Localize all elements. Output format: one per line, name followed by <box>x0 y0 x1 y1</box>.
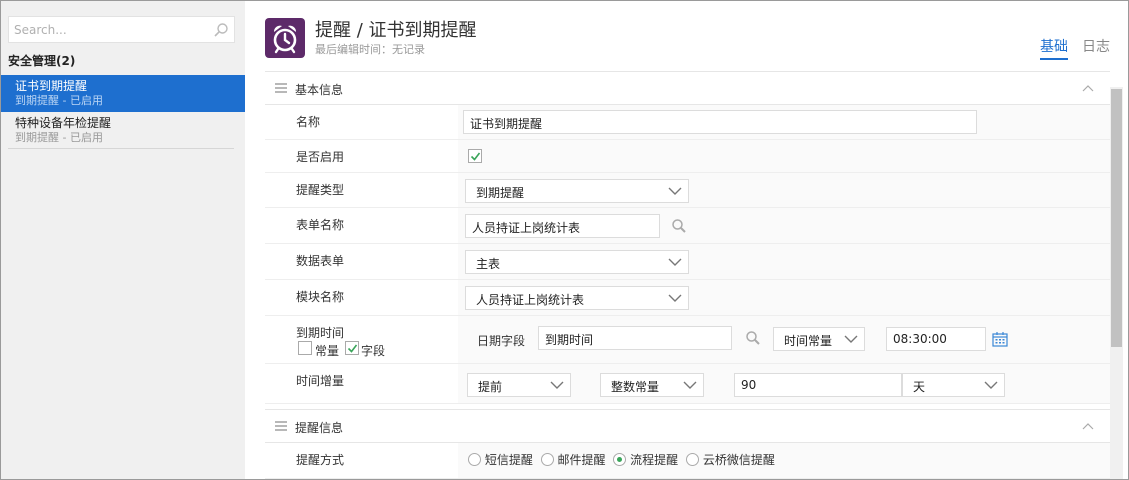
select-value: 提前 <box>478 380 503 394</box>
select-value: 主表 <box>476 257 501 271</box>
module-name-select[interactable]: 人员持证上岗统计表 <box>465 286 689 310</box>
section-header-basic[interactable]: 基本信息 <box>265 71 1110 105</box>
sidebar-item-title: 证书到期提醒 <box>15 79 88 93</box>
form-content: 基本信息 名称 证书到期提醒 是否启用 提醒类型 到期提醒 表单名称 人员持证上… <box>265 71 1110 480</box>
radio-wechat[interactable] <box>686 453 700 466</box>
group-title: 安全管理(2) <box>8 54 76 68</box>
form-name-input[interactable]: 人员持证上岗统计表 <box>465 214 660 238</box>
select-value: 人员持证上岗统计表 <box>476 293 585 307</box>
section-title: 基本信息 <box>295 83 344 97</box>
sidebar-item-subtitle: 到期提醒 - 已启用 <box>15 131 103 144</box>
sidebar-item-equipment-inspection[interactable]: 特种设备年检提醒 到期提醒 - 已启用 <box>8 112 234 149</box>
field-label: 到期时间 <box>296 326 345 340</box>
chevron-down-icon <box>668 258 682 266</box>
chevron-down-icon <box>550 381 564 389</box>
date-field-label: 日期字段 <box>477 334 526 348</box>
field-label: 时间增量 <box>296 374 345 388</box>
checkmark-icon <box>347 344 358 353</box>
search-icon[interactable] <box>671 218 687 234</box>
tab-log[interactable]: 日志 <box>1082 36 1110 60</box>
scrollbar[interactable] <box>1110 87 1123 479</box>
tab-basic[interactable]: 基础 <box>1040 36 1068 60</box>
section-title: 提醒信息 <box>295 421 344 435</box>
field-row-form-name: 表单名称 人员持证上岗统计表 <box>265 208 1110 244</box>
sidebar-item-subtitle: 到期提醒 - 已启用 <box>15 94 103 107</box>
field-label: 模块名称 <box>296 290 345 304</box>
data-form-select[interactable]: 主表 <box>465 250 689 274</box>
field-label: 提醒类型 <box>296 183 345 197</box>
chevron-up-icon[interactable] <box>1082 421 1094 431</box>
view-tabs: 基础 日志 <box>1040 36 1110 60</box>
field-row-name: 名称 证书到期提醒 <box>265 105 1110 140</box>
radio-workflow[interactable] <box>613 453 627 466</box>
unit-select[interactable]: 天 <box>902 373 1005 397</box>
scrollbar-thumb[interactable] <box>1111 89 1122 347</box>
select-value: 时间常量 <box>784 334 833 348</box>
radio-label: 云桥微信提醒 <box>702 453 775 467</box>
amount-input[interactable]: 90 <box>734 373 902 397</box>
field-label: 是否启用 <box>296 150 345 164</box>
select-value: 到期提醒 <box>476 186 525 200</box>
time-input[interactable]: 08:30:00 <box>886 327 986 351</box>
search-icon[interactable] <box>213 22 229 38</box>
field-row-due-time: 到期时间 常量 字段 日期字段 到期时间 时间常量 08:30:00 <box>265 316 1110 364</box>
chevron-up-icon[interactable] <box>1082 83 1094 93</box>
radio-label: 流程提醒 <box>630 453 679 467</box>
chevron-down-icon <box>683 381 697 389</box>
search-icon[interactable] <box>745 330 761 346</box>
search-input[interactable] <box>9 17 199 42</box>
select-value: 天 <box>913 380 926 394</box>
chevron-down-icon <box>668 187 682 195</box>
radio-sms[interactable] <box>468 453 481 466</box>
select-value: 整数常量 <box>611 380 660 394</box>
field-row-remind-type: 提醒类型 到期提醒 <box>265 173 1110 208</box>
page-header: 提醒 / 证书到期提醒 最后编辑时间：无记录 基础 日志 <box>245 1 1128 71</box>
radio-email[interactable] <box>540 453 554 466</box>
enabled-checkbox[interactable] <box>468 149 482 163</box>
search-box <box>8 16 235 43</box>
sidebar-item-cert-expiry[interactable]: 证书到期提醒 到期提醒 - 已启用 <box>1 75 245 112</box>
checkmark-icon <box>470 152 481 161</box>
remind-method-group: 短信提醒 邮件提醒 流程提醒 云桥微信提醒 <box>468 451 779 468</box>
chevron-down-icon <box>984 381 998 389</box>
sidebar-item-title: 特种设备年检提醒 <box>15 116 112 130</box>
section-header-remind[interactable]: 提醒信息 <box>265 409 1110 443</box>
chevron-down-icon <box>844 335 858 343</box>
chevron-down-icon <box>668 294 682 302</box>
field-row-enabled: 是否启用 <box>265 140 1110 173</box>
field-checkbox[interactable] <box>345 341 359 355</box>
field-row-module-name: 模块名称 人员持证上岗统计表 <box>265 280 1110 316</box>
time-type-select[interactable]: 时间常量 <box>773 327 865 351</box>
date-field-input[interactable]: 到期时间 <box>538 326 732 350</box>
field-label-text: 字段 <box>361 344 386 358</box>
direction-select[interactable]: 提前 <box>467 373 571 397</box>
app-icon-tile <box>265 18 305 58</box>
value-type-select[interactable]: 整数常量 <box>600 373 704 397</box>
menu-lines-icon <box>275 421 287 431</box>
field-label: 表单名称 <box>296 218 345 232</box>
field-row-time-increment: 时间增量 提前 整数常量 90 天 <box>265 364 1110 404</box>
field-row-remind-method: 提醒方式 短信提醒 邮件提醒 流程提醒 云桥微信提醒 <box>265 443 1110 479</box>
field-label: 数据表单 <box>296 254 345 268</box>
const-checkbox[interactable] <box>298 341 312 355</box>
calendar-icon[interactable] <box>992 331 1008 347</box>
menu-lines-icon <box>275 83 287 93</box>
remind-type-select[interactable]: 到期提醒 <box>465 179 689 203</box>
field-label: 提醒方式 <box>296 453 345 467</box>
field-label: 名称 <box>296 115 321 129</box>
alarm-clock-icon <box>273 25 297 54</box>
name-input[interactable]: 证书到期提醒 <box>463 110 977 134</box>
const-label: 常量 <box>315 344 340 358</box>
field-row-data-form: 数据表单 主表 <box>265 244 1110 280</box>
page-title: 提醒 / 证书到期提醒 <box>315 20 477 41</box>
radio-label: 邮件提醒 <box>557 453 606 467</box>
last-edit-time: 最后编辑时间：无记录 <box>315 43 425 56</box>
sidebar: 安全管理(2) 证书到期提醒 到期提醒 - 已启用 特种设备年检提醒 到期提醒 … <box>1 1 245 479</box>
radio-label: 短信提醒 <box>484 453 533 467</box>
